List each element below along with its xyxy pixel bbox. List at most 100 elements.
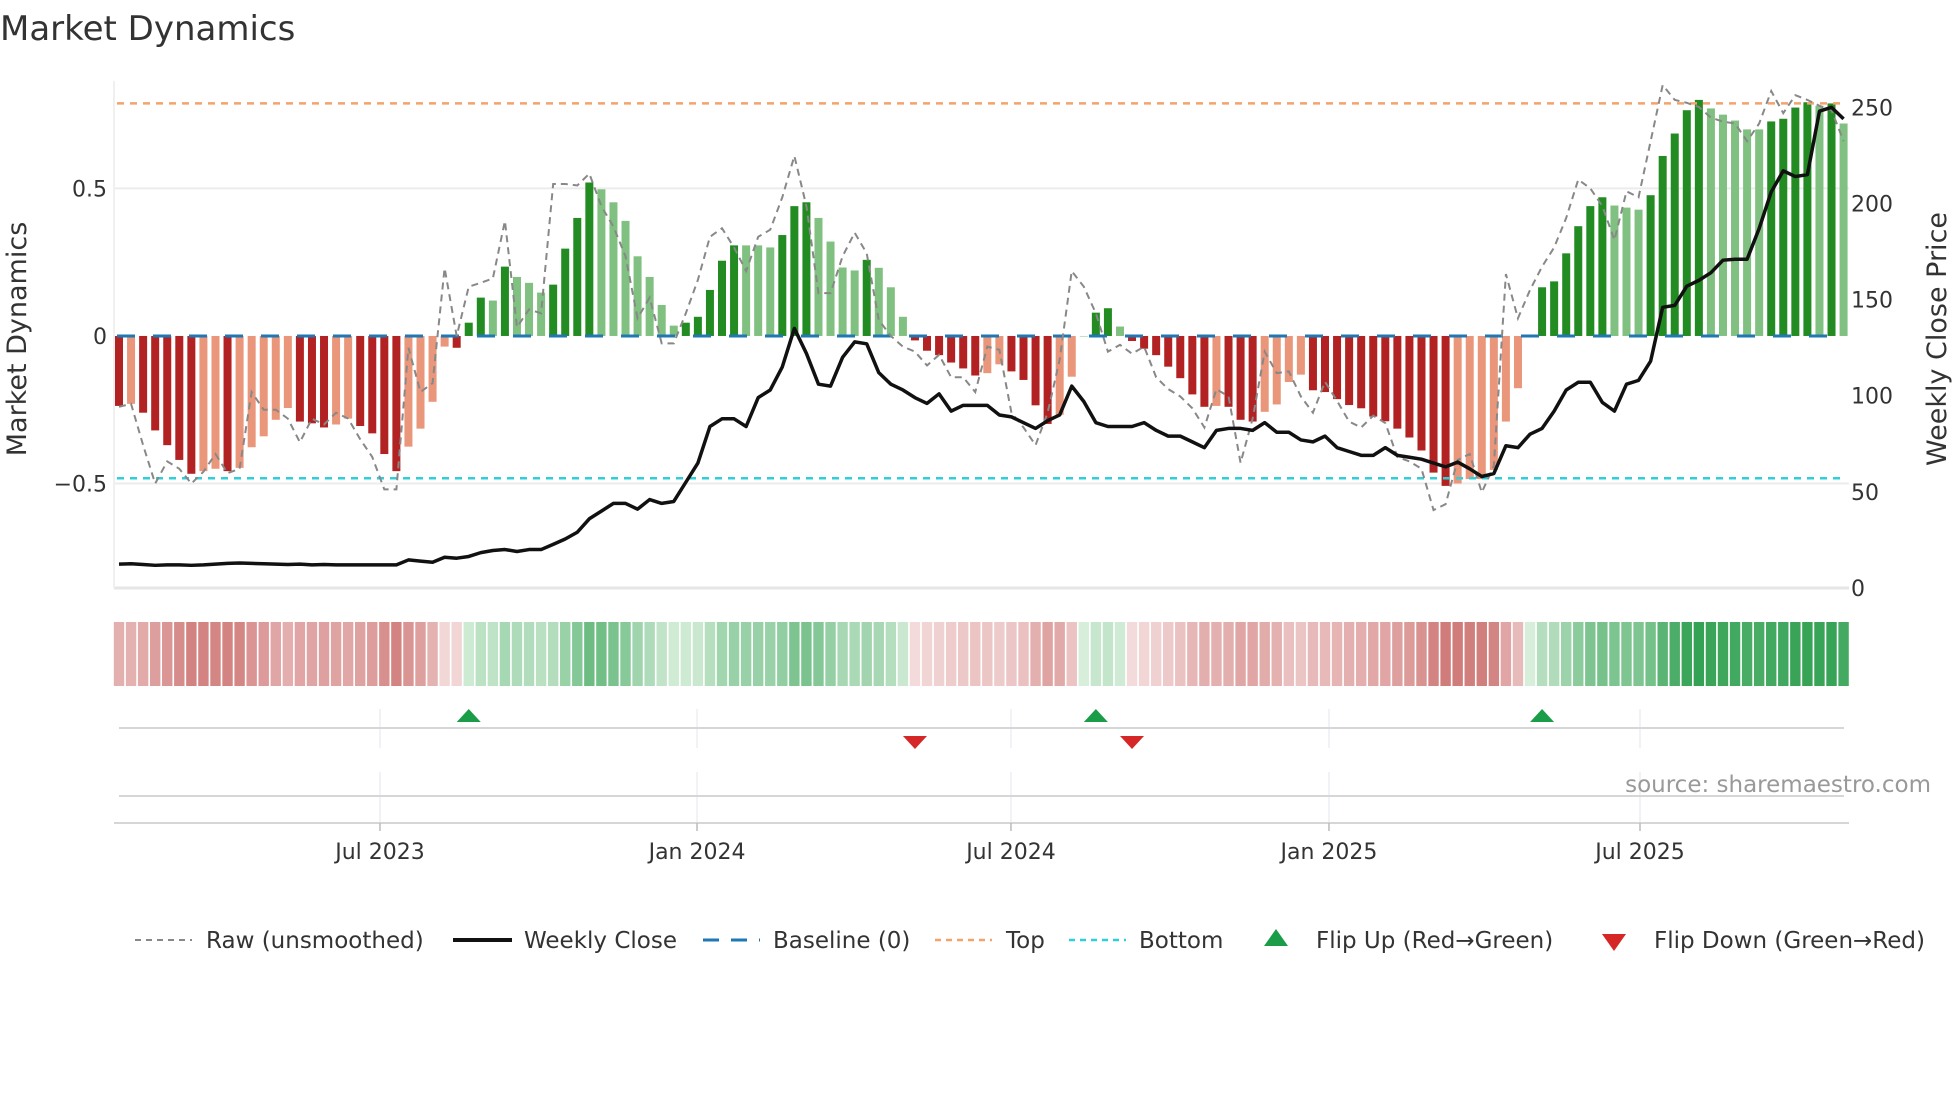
strip-cell [1452, 622, 1463, 686]
bar [1706, 108, 1715, 336]
strip-cell [1163, 622, 1174, 686]
strip-cell [1717, 622, 1729, 686]
strip-cell [584, 622, 595, 686]
strip-cell [1597, 622, 1608, 686]
strip-cell [1476, 622, 1487, 686]
bar [1839, 123, 1848, 336]
strip-cell [1175, 622, 1186, 686]
strip-cell [1536, 622, 1548, 686]
y-axis-label-right: Weekly Close Price [1922, 212, 1953, 466]
strip-cell [523, 622, 535, 686]
bar [1333, 335, 1342, 400]
strip-cell [1753, 622, 1765, 686]
x-tick-label: Jan 2025 [1279, 840, 1378, 865]
strip-cell [1705, 622, 1717, 686]
bar [561, 248, 570, 336]
strip-cell [885, 622, 897, 686]
bar [549, 284, 558, 336]
market-dynamics-chart: Market Dynamics 0.5 0 −0.5 250 200 150 100 50 0 J… [0, 9, 1953, 954]
strip-cell [1778, 622, 1789, 686]
strip-cell [439, 622, 450, 686]
bar [1586, 206, 1595, 336]
strip-cell [1657, 622, 1668, 686]
strip-cell [849, 622, 860, 686]
legend-top-label: Top [1005, 928, 1045, 954]
flip-up-marker [1530, 709, 1555, 722]
bar [1562, 253, 1571, 336]
strip-cell [535, 622, 547, 686]
strip-cell [608, 622, 619, 686]
strip-cell [704, 622, 716, 686]
bar [1308, 335, 1317, 391]
y-axis-label-left: Market Dynamics [2, 222, 33, 457]
bar [1538, 287, 1547, 336]
strip-cell [1271, 622, 1282, 686]
strip-cell [1838, 622, 1849, 686]
bar [1417, 335, 1426, 451]
strip-cell [1247, 622, 1258, 686]
bar [1682, 110, 1691, 336]
strip-cell [1199, 622, 1210, 686]
line-series [118, 82, 1845, 568]
strip-cell [1404, 622, 1415, 686]
bar [127, 335, 136, 404]
strip-cell [1114, 622, 1126, 686]
bar [693, 316, 702, 336]
bar [1200, 335, 1209, 407]
bar [633, 256, 642, 336]
bar [923, 335, 932, 351]
bar [259, 335, 268, 437]
bar [1441, 335, 1450, 486]
strip-cell [137, 622, 149, 686]
bar [681, 322, 690, 336]
strip-cell [572, 622, 583, 686]
bar [320, 335, 329, 428]
strip-cell [1380, 622, 1391, 686]
right-tick-label: 50 [1851, 481, 1879, 506]
strip-cell [162, 622, 173, 686]
bar [1405, 335, 1414, 438]
bar [1501, 335, 1510, 422]
strip-cell [330, 622, 342, 686]
bar [1827, 103, 1836, 336]
strip-cell [897, 622, 909, 686]
bar [1067, 335, 1076, 377]
bar [971, 335, 980, 376]
strip-cell [596, 622, 607, 686]
strip-cell [1150, 622, 1162, 686]
strip-cell [1548, 622, 1560, 686]
strip-cell [789, 622, 800, 686]
bar [573, 217, 582, 336]
strip-cell [511, 622, 523, 686]
bar [1019, 335, 1028, 380]
chart-title: Market Dynamics [0, 9, 295, 49]
strip-cell [801, 622, 812, 686]
strip-cell [620, 622, 631, 686]
bar [1164, 335, 1173, 367]
strip-cell [1307, 622, 1319, 686]
strip-cell [752, 622, 764, 686]
raw-line [118, 82, 1845, 512]
strip-cell [1319, 622, 1331, 686]
strip-cell [294, 622, 306, 686]
strip-cell [1295, 622, 1307, 686]
bar [1791, 107, 1800, 336]
bar [151, 335, 160, 431]
strip-cell [1283, 622, 1295, 686]
bar [295, 335, 304, 422]
bar [476, 297, 485, 336]
legend-flip-down-label: Flip Down (Green→Red) [1654, 928, 1925, 954]
bar [1646, 195, 1655, 336]
bar [826, 241, 835, 336]
bar [512, 276, 521, 336]
flip-up-marker [456, 709, 481, 722]
bar [766, 247, 775, 336]
strip-cell [1416, 622, 1427, 686]
strip-cell [1018, 622, 1029, 686]
legend-flip-down-icon [1602, 934, 1626, 951]
strip-cell [318, 622, 330, 686]
bar [1550, 281, 1559, 336]
strip-cell [451, 622, 462, 686]
legend-close-label: Weekly Close [524, 928, 677, 954]
bar [500, 266, 509, 336]
